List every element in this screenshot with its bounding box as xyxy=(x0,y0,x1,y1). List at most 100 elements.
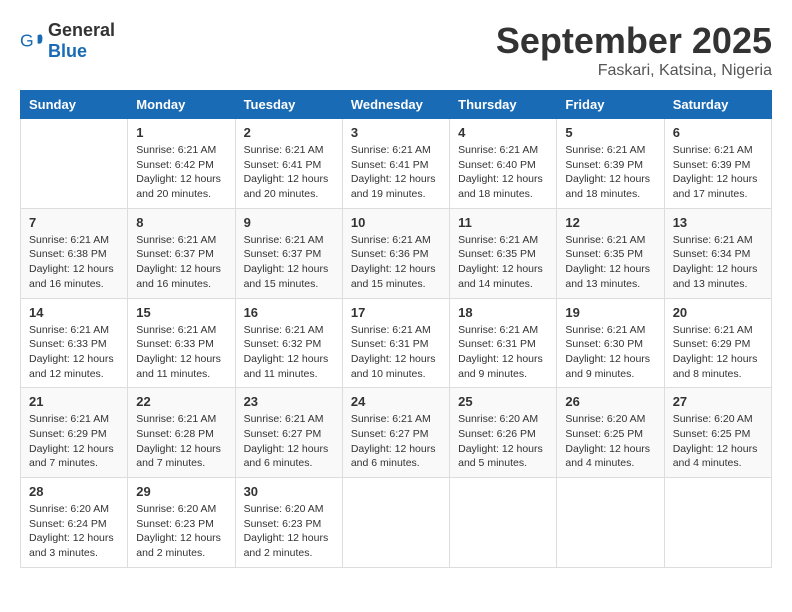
day-info: Sunrise: 6:21 AM Sunset: 6:32 PM Dayligh… xyxy=(244,323,334,382)
calendar-cell: 28Sunrise: 6:20 AM Sunset: 6:24 PM Dayli… xyxy=(21,478,128,568)
calendar-cell: 9 Sunrise: 6:21 AM Sunset: 6:37 PM Daylig… xyxy=(235,208,342,298)
calendar-week-2: 7 Sunrise: 6:21 AM Sunset: 6:38 PM Daylig… xyxy=(21,208,772,298)
day-number: 13 xyxy=(673,215,763,230)
day-number: 11 xyxy=(458,215,548,230)
day-info: Sunrise: 6:21 AM Sunset: 6:38 PM Dayligh… xyxy=(29,233,119,292)
weekday-header-friday: Friday xyxy=(557,91,664,119)
day-info: Sunrise: 6:21 AM Sunset: 6:34 PM Dayligh… xyxy=(673,233,763,292)
calendar-cell: 7 Sunrise: 6:21 AM Sunset: 6:38 PM Daylig… xyxy=(21,208,128,298)
day-info: Sunrise: 6:20 AM Sunset: 6:23 PM Dayligh… xyxy=(136,502,226,561)
calendar-cell: 5 Sunrise: 6:21 AM Sunset: 6:39 PM Daylig… xyxy=(557,119,664,209)
weekday-header-tuesday: Tuesday xyxy=(235,91,342,119)
day-number: 5 xyxy=(565,125,655,140)
calendar-body: 1 Sunrise: 6:21 AM Sunset: 6:42 PM Daylig… xyxy=(21,119,772,568)
day-info: Sunrise: 6:21 AM Sunset: 6:27 PM Dayligh… xyxy=(244,412,334,471)
day-info: Sunrise: 6:21 AM Sunset: 6:30 PM Dayligh… xyxy=(565,323,655,382)
calendar-table: SundayMondayTuesdayWednesdayThursdayFrid… xyxy=(20,90,772,568)
calendar-header-row: SundayMondayTuesdayWednesdayThursdayFrid… xyxy=(21,91,772,119)
day-info: Sunrise: 6:21 AM Sunset: 6:37 PM Dayligh… xyxy=(244,233,334,292)
location: Faskari, Katsina, Nigeria xyxy=(496,62,772,80)
logo-blue: Blue xyxy=(48,41,87,61)
day-info: Sunrise: 6:21 AM Sunset: 6:33 PM Dayligh… xyxy=(136,323,226,382)
calendar-cell: 23Sunrise: 6:21 AM Sunset: 6:27 PM Dayli… xyxy=(235,388,342,478)
calendar-week-5: 28Sunrise: 6:20 AM Sunset: 6:24 PM Dayli… xyxy=(21,478,772,568)
day-number: 3 xyxy=(351,125,441,140)
day-info: Sunrise: 6:21 AM Sunset: 6:35 PM Dayligh… xyxy=(458,233,548,292)
calendar-cell xyxy=(342,478,449,568)
weekday-header-thursday: Thursday xyxy=(450,91,557,119)
day-number: 27 xyxy=(673,394,763,409)
calendar-cell: 21 Sunrise: 6:21 AM Sunset: 6:29 PM Dayli… xyxy=(21,388,128,478)
day-number: 9 xyxy=(244,215,334,230)
weekday-header-monday: Monday xyxy=(128,91,235,119)
svg-text:G: G xyxy=(20,31,34,51)
day-info: Sunrise: 6:21 AM Sunset: 6:29 PM Dayligh… xyxy=(29,412,119,471)
day-number: 10 xyxy=(351,215,441,230)
day-number: 15 xyxy=(136,305,226,320)
calendar-cell xyxy=(664,478,771,568)
day-info: Sunrise: 6:21 AM Sunset: 6:37 PM Dayligh… xyxy=(136,233,226,292)
calendar-cell: 10 Sunrise: 6:21 AM Sunset: 6:36 PM Dayli… xyxy=(342,208,449,298)
day-info: Sunrise: 6:21 AM Sunset: 6:41 PM Dayligh… xyxy=(351,143,441,202)
day-number: 18 xyxy=(458,305,548,320)
day-number: 21 xyxy=(29,394,119,409)
calendar-cell: 17 Sunrise: 6:21 AM Sunset: 6:31 PM Dayli… xyxy=(342,298,449,388)
day-number: 29 xyxy=(136,484,226,499)
day-info: Sunrise: 6:21 AM Sunset: 6:31 PM Dayligh… xyxy=(351,323,441,382)
day-info: Sunrise: 6:20 AM Sunset: 6:26 PM Dayligh… xyxy=(458,412,548,471)
weekday-header-wednesday: Wednesday xyxy=(342,91,449,119)
calendar-cell: 19 Sunrise: 6:21 AM Sunset: 6:30 PM Dayli… xyxy=(557,298,664,388)
calendar-cell: 2Sunrise: 6:21 AM Sunset: 6:41 PM Daylig… xyxy=(235,119,342,209)
page-header: G General Blue September 2025 Faskari, K… xyxy=(20,20,772,80)
day-number: 12 xyxy=(565,215,655,230)
calendar-cell: 1 Sunrise: 6:21 AM Sunset: 6:42 PM Daylig… xyxy=(128,119,235,209)
calendar-cell xyxy=(557,478,664,568)
day-number: 7 xyxy=(29,215,119,230)
day-info: Sunrise: 6:20 AM Sunset: 6:24 PM Dayligh… xyxy=(29,502,119,561)
calendar-cell: 15 Sunrise: 6:21 AM Sunset: 6:33 PM Dayli… xyxy=(128,298,235,388)
day-number: 1 xyxy=(136,125,226,140)
calendar-cell: 24 Sunrise: 6:21 AM Sunset: 6:27 PM Dayli… xyxy=(342,388,449,478)
day-info: Sunrise: 6:21 AM Sunset: 6:35 PM Dayligh… xyxy=(565,233,655,292)
day-number: 24 xyxy=(351,394,441,409)
day-number: 20 xyxy=(673,305,763,320)
day-info: Sunrise: 6:21 AM Sunset: 6:36 PM Dayligh… xyxy=(351,233,441,292)
day-number: 30 xyxy=(244,484,334,499)
day-info: Sunrise: 6:20 AM Sunset: 6:25 PM Dayligh… xyxy=(565,412,655,471)
calendar-week-1: 1 Sunrise: 6:21 AM Sunset: 6:42 PM Daylig… xyxy=(21,119,772,209)
title-block: September 2025 Faskari, Katsina, Nigeria xyxy=(496,20,772,80)
calendar-cell: 14Sunrise: 6:21 AM Sunset: 6:33 PM Dayli… xyxy=(21,298,128,388)
day-number: 8 xyxy=(136,215,226,230)
day-number: 6 xyxy=(673,125,763,140)
day-info: Sunrise: 6:21 AM Sunset: 6:27 PM Dayligh… xyxy=(351,412,441,471)
day-number: 2 xyxy=(244,125,334,140)
month-title: September 2025 xyxy=(496,20,772,62)
logo-general: General xyxy=(48,20,115,40)
day-number: 19 xyxy=(565,305,655,320)
day-number: 17 xyxy=(351,305,441,320)
day-info: Sunrise: 6:21 AM Sunset: 6:39 PM Dayligh… xyxy=(565,143,655,202)
calendar-cell: 22Sunrise: 6:21 AM Sunset: 6:28 PM Dayli… xyxy=(128,388,235,478)
day-info: Sunrise: 6:21 AM Sunset: 6:29 PM Dayligh… xyxy=(673,323,763,382)
calendar-cell: 16Sunrise: 6:21 AM Sunset: 6:32 PM Dayli… xyxy=(235,298,342,388)
day-info: Sunrise: 6:21 AM Sunset: 6:31 PM Dayligh… xyxy=(458,323,548,382)
calendar-cell: 8 Sunrise: 6:21 AM Sunset: 6:37 PM Daylig… xyxy=(128,208,235,298)
calendar-cell xyxy=(21,119,128,209)
day-number: 26 xyxy=(565,394,655,409)
day-info: Sunrise: 6:21 AM Sunset: 6:39 PM Dayligh… xyxy=(673,143,763,202)
day-number: 25 xyxy=(458,394,548,409)
logo: G General Blue xyxy=(20,20,115,62)
calendar-cell: 4Sunrise: 6:21 AM Sunset: 6:40 PM Daylig… xyxy=(450,119,557,209)
calendar-cell: 29 Sunrise: 6:20 AM Sunset: 6:23 PM Dayli… xyxy=(128,478,235,568)
day-info: Sunrise: 6:21 AM Sunset: 6:40 PM Dayligh… xyxy=(458,143,548,202)
calendar-cell xyxy=(450,478,557,568)
calendar-cell: 26 Sunrise: 6:20 AM Sunset: 6:25 PM Dayli… xyxy=(557,388,664,478)
day-info: Sunrise: 6:21 AM Sunset: 6:28 PM Dayligh… xyxy=(136,412,226,471)
calendar-cell: 12 Sunrise: 6:21 AM Sunset: 6:35 PM Dayli… xyxy=(557,208,664,298)
calendar-cell: 11 Sunrise: 6:21 AM Sunset: 6:35 PM Dayli… xyxy=(450,208,557,298)
day-info: Sunrise: 6:20 AM Sunset: 6:23 PM Dayligh… xyxy=(244,502,334,561)
day-info: Sunrise: 6:21 AM Sunset: 6:42 PM Dayligh… xyxy=(136,143,226,202)
calendar-week-4: 21 Sunrise: 6:21 AM Sunset: 6:29 PM Dayli… xyxy=(21,388,772,478)
day-info: Sunrise: 6:21 AM Sunset: 6:33 PM Dayligh… xyxy=(29,323,119,382)
calendar-cell: 6 Sunrise: 6:21 AM Sunset: 6:39 PM Daylig… xyxy=(664,119,771,209)
